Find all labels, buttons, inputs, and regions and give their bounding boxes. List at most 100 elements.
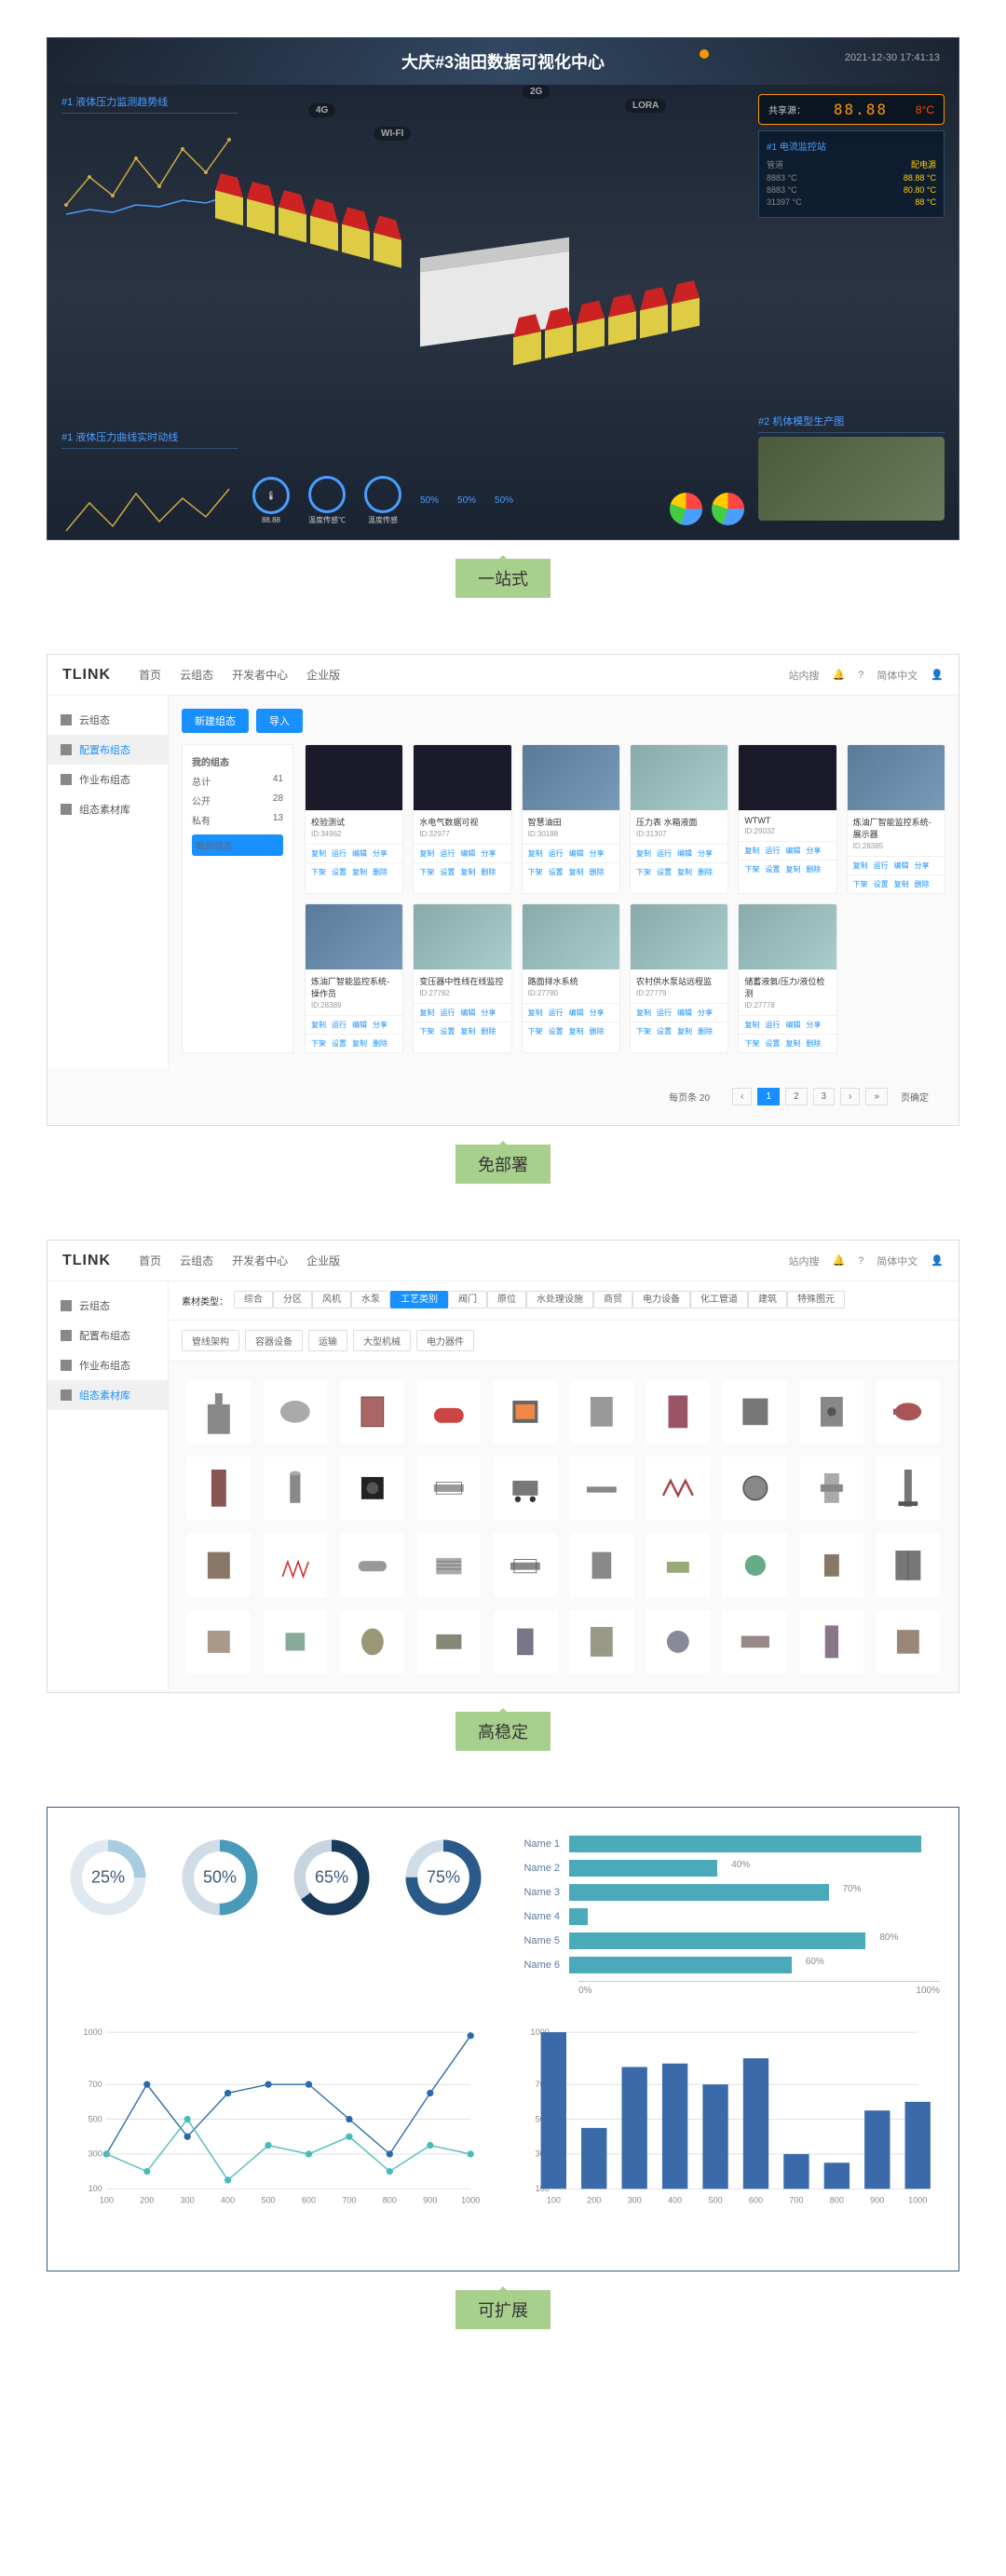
action-link[interactable]: 编辑 <box>677 1008 692 1018</box>
project-card[interactable]: 压力表 水箱液面 ID:31307 复制运行编辑分享 下架设置复制删除 <box>630 744 728 894</box>
asset-item[interactable] <box>723 1380 786 1444</box>
action-link[interactable]: 删除 <box>698 867 713 877</box>
action-link[interactable]: 编辑 <box>785 846 800 856</box>
filter-tag[interactable]: 水泵 <box>351 1291 390 1308</box>
action-link[interactable]: 编辑 <box>460 1008 475 1018</box>
sidebar-item[interactable]: 作业布组态 <box>48 765 168 794</box>
lang-switch[interactable]: 简体中文 <box>877 668 918 683</box>
asset-item[interactable] <box>187 1610 251 1674</box>
project-card[interactable]: 路面排水系统 ID:27780 复制运行编辑分享 下架设置复制删除 <box>522 903 620 1053</box>
project-card[interactable]: 水电气数据可视 ID:32977 复制运行编辑分享 下架设置复制删除 <box>413 744 511 894</box>
action-link[interactable]: 复制 <box>894 879 909 889</box>
action-link[interactable]: 设置 <box>657 1026 672 1037</box>
asset-item[interactable] <box>187 1380 251 1444</box>
action-link[interactable]: 分享 <box>481 848 496 859</box>
avatar-icon[interactable]: 👤 <box>931 1254 944 1267</box>
action-link[interactable]: 运行 <box>657 848 672 859</box>
action-link[interactable]: 分享 <box>373 848 387 859</box>
asset-item[interactable] <box>340 1380 403 1444</box>
action-link[interactable]: 运行 <box>549 848 564 859</box>
project-card[interactable]: 校验测试 ID:34962 复制运行编辑分享 下架设置复制删除 <box>305 744 403 894</box>
asset-item[interactable] <box>417 1610 481 1674</box>
action-link[interactable]: 运行 <box>874 861 889 871</box>
asset-item[interactable] <box>340 1610 403 1674</box>
action-link[interactable]: 编辑 <box>894 861 909 871</box>
action-link[interactable]: 复制 <box>311 1020 326 1030</box>
asset-item[interactable] <box>340 1533 403 1596</box>
action-link[interactable]: 下架 <box>419 867 434 877</box>
action-link[interactable]: 设置 <box>657 867 672 877</box>
action-link[interactable]: 编辑 <box>785 1020 800 1030</box>
action-link[interactable]: 分享 <box>806 846 821 856</box>
asset-item[interactable] <box>877 1610 940 1674</box>
filter-tag[interactable]: 综合 <box>234 1291 273 1308</box>
action-link[interactable]: 设置 <box>765 864 780 874</box>
pager-page[interactable]: 2 <box>785 1088 808 1105</box>
asset-item[interactable] <box>570 1380 633 1444</box>
action-link[interactable]: 运行 <box>440 848 455 859</box>
action-link[interactable]: 删除 <box>590 867 605 877</box>
action-link[interactable]: 复制 <box>744 846 759 856</box>
action-link[interactable]: 运行 <box>332 848 347 859</box>
action-link[interactable]: 运行 <box>440 1008 455 1018</box>
asset-item[interactable] <box>800 1457 863 1520</box>
asset-item[interactable] <box>417 1380 481 1444</box>
action-link[interactable]: 复制 <box>569 1026 584 1037</box>
sidebar-item[interactable]: 云组态 <box>48 1291 168 1321</box>
asset-item[interactable] <box>570 1610 633 1674</box>
asset-item[interactable] <box>723 1457 786 1520</box>
nav-item[interactable]: 首页 <box>139 667 161 683</box>
pager-page[interactable]: 3 <box>813 1088 836 1105</box>
import-button[interactable]: 导入 <box>256 709 303 733</box>
action-link[interactable]: 设置 <box>332 867 347 877</box>
action-link[interactable]: 复制 <box>528 1008 543 1018</box>
project-card[interactable]: 农村供水泵站远程监 ID:27779 复制运行编辑分享 下架设置复制删除 <box>630 903 728 1053</box>
filter-tag[interactable]: 特殊图元 <box>787 1291 845 1308</box>
action-link[interactable]: 设置 <box>874 879 889 889</box>
action-link[interactable]: 复制 <box>785 864 800 874</box>
action-link[interactable]: 删除 <box>915 879 930 889</box>
sidebar-item[interactable]: 作业布组态 <box>48 1350 168 1380</box>
mine-button[interactable]: 我的组态 <box>192 834 283 856</box>
action-link[interactable]: 设置 <box>549 867 564 877</box>
asset-item[interactable] <box>800 1380 863 1444</box>
filter-tag[interactable]: 容器设备 <box>245 1330 303 1351</box>
action-link[interactable]: 运行 <box>332 1020 347 1030</box>
nav-item[interactable]: 云组态 <box>180 1253 213 1268</box>
action-link[interactable]: 下架 <box>853 879 868 889</box>
filter-tag[interactable]: 管线架构 <box>182 1330 239 1351</box>
asset-item[interactable] <box>494 1533 557 1596</box>
project-card[interactable]: WTWT ID:29032 复制运行编辑分享 下架设置复制删除 <box>738 744 836 894</box>
action-link[interactable]: 设置 <box>765 1038 780 1049</box>
action-link[interactable]: 设置 <box>440 867 455 877</box>
action-link[interactable]: 复制 <box>677 867 692 877</box>
lang-switch[interactable]: 简体中文 <box>877 1254 918 1268</box>
asset-item[interactable] <box>646 1533 710 1596</box>
project-card[interactable]: 炼油厂智能监控系统-展示器 ID:28385 复制运行编辑分享 下架设置复制删除 <box>847 744 945 894</box>
action-link[interactable]: 设置 <box>549 1026 564 1037</box>
search-link[interactable]: 站内搜 <box>788 1254 819 1268</box>
filter-tag[interactable]: 大型机械 <box>353 1330 411 1351</box>
action-link[interactable]: 复制 <box>460 867 475 877</box>
action-link[interactable]: 删除 <box>373 867 387 877</box>
action-link[interactable]: 编辑 <box>352 848 367 859</box>
bell-icon[interactable]: 🔔 <box>832 1254 845 1267</box>
action-link[interactable]: 删除 <box>590 1026 605 1037</box>
action-link[interactable]: 分享 <box>698 848 713 859</box>
sidebar-item[interactable]: 组态素材库 <box>48 794 168 824</box>
asset-item[interactable] <box>264 1457 327 1520</box>
asset-item[interactable] <box>264 1610 327 1674</box>
action-link[interactable]: 复制 <box>744 1020 759 1030</box>
asset-item[interactable] <box>877 1533 940 1596</box>
action-link[interactable]: 复制 <box>352 867 367 877</box>
action-link[interactable]: 复制 <box>460 1026 475 1037</box>
filter-tag[interactable]: 风机 <box>312 1291 351 1308</box>
asset-item[interactable] <box>340 1457 403 1520</box>
action-link[interactable]: 下架 <box>419 1026 434 1037</box>
asset-item[interactable] <box>494 1610 557 1674</box>
action-link[interactable]: 运行 <box>549 1008 564 1018</box>
asset-item[interactable] <box>646 1610 710 1674</box>
action-link[interactable]: 复制 <box>636 1008 651 1018</box>
pager-size[interactable]: 每页条 20 <box>661 1087 717 1106</box>
action-link[interactable]: 下架 <box>311 867 326 877</box>
